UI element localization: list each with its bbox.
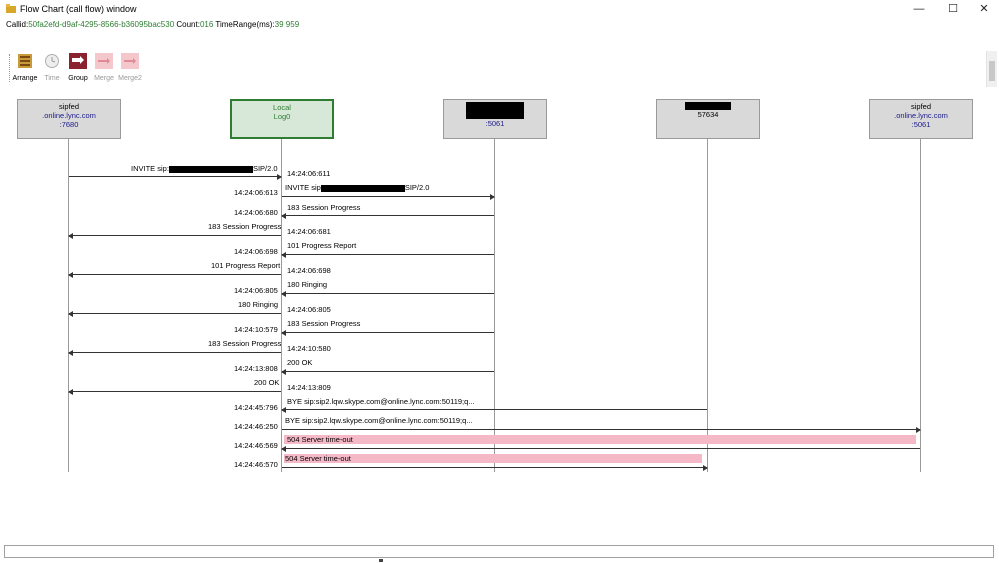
message-time: 14:24:45:796	[234, 403, 278, 412]
message-label[interactable]: 200 OK	[287, 358, 312, 367]
message-arrow[interactable]	[68, 350, 281, 356]
message-label[interactable]: BYE sip:sip2.lqw.skype.com@online.lync.c…	[285, 416, 473, 425]
callid-label: Callid:	[6, 20, 29, 29]
redacted-uri	[168, 165, 253, 173]
message-label[interactable]: 101 Progress Report	[287, 241, 356, 250]
lifeline-1	[281, 139, 282, 472]
message-arrow[interactable]	[281, 252, 494, 258]
callid-value: 50fa2efd-d9af-4295-8566-b36095bac530	[28, 20, 175, 29]
lifeline-2	[494, 139, 495, 472]
message-label[interactable]: 183 Session Progress	[208, 339, 281, 348]
merge2-button[interactable]: Merge2	[117, 53, 143, 85]
message-time: 14:24:06:698	[287, 266, 331, 275]
message-time: 14:24:06:698	[234, 247, 278, 256]
arrange-icon	[18, 54, 32, 68]
message-arrow[interactable]	[281, 213, 494, 219]
title-bar: Flow Chart (call flow) window — ☐ ✕	[0, 0, 999, 18]
message-arrow[interactable]	[282, 194, 495, 200]
lifeline-3	[707, 139, 708, 472]
message-label[interactable]: BYE sip:sip2.lqw.skype.com@online.lync.c…	[287, 397, 475, 406]
message-label[interactable]: 504 Server time-out	[287, 435, 353, 444]
message-arrow[interactable]	[281, 330, 494, 336]
message-arrow[interactable]	[68, 272, 281, 278]
message-time: 14:24:46:250	[234, 422, 278, 431]
message-time: 14:24:46:570	[234, 460, 278, 469]
group-icon	[69, 53, 87, 69]
message-arrow[interactable]	[281, 369, 494, 375]
message-time: 14:24:46:569	[234, 441, 278, 450]
participant-name: sipfed	[58, 102, 79, 111]
redacted-name	[685, 102, 731, 110]
participant-sipfed-7680[interactable]: sipfed .online.lync.com :7680	[17, 99, 121, 139]
minimize-button[interactable]: —	[904, 0, 934, 18]
splitter-grip[interactable]	[379, 559, 383, 562]
message-time: 14:24:06:805	[287, 305, 331, 314]
message-label[interactable]: 180 Ringing	[287, 280, 327, 289]
window-title: Flow Chart (call flow) window	[20, 4, 137, 14]
redacted-name	[466, 102, 524, 119]
toolbar-scrollbar[interactable]	[986, 51, 997, 87]
message-arrow[interactable]	[281, 291, 494, 297]
error-highlight	[284, 435, 916, 444]
message-time: 14:24:06:611	[287, 169, 331, 178]
participant-port: :7680	[59, 120, 79, 129]
lifeline-4	[920, 139, 921, 472]
message-arrow[interactable]	[68, 233, 281, 239]
participant-host: .online.lync.com	[894, 111, 948, 120]
merge2-icon	[121, 53, 139, 69]
app-icon	[6, 4, 16, 13]
message-label[interactable]: 200 OK	[254, 378, 279, 387]
redacted-uri	[320, 184, 405, 192]
message-label[interactable]: 101 Progress Report	[211, 261, 280, 270]
message-time: 14:24:10:579	[234, 325, 278, 334]
participant-local-log0[interactable]: Local Log0	[230, 99, 334, 139]
participant-port: 57634	[697, 110, 719, 119]
count-label: Count:	[176, 20, 200, 29]
participant-name: sipfed	[910, 102, 931, 111]
clock-icon	[45, 54, 59, 68]
participant-redacted-57634[interactable]: 57634	[656, 99, 760, 139]
message-time: 14:24:06:805	[234, 286, 278, 295]
scrollbar-thumb[interactable]	[989, 61, 995, 81]
status-bar	[4, 545, 994, 558]
message-arrow[interactable]	[68, 389, 281, 395]
participant-name: Local	[273, 103, 291, 112]
message-arrow[interactable]	[282, 465, 708, 471]
message-arrow[interactable]	[69, 174, 282, 180]
timerange-label: TimeRange(ms):	[215, 20, 275, 29]
message-time: 14:24:06:680	[234, 208, 278, 217]
close-button[interactable]: ✕	[969, 0, 999, 18]
participant-redacted-5061[interactable]: :5061	[443, 99, 547, 139]
message-arrow[interactable]	[281, 407, 707, 413]
toolbar: Arrange Time Group Merge Merge2	[6, 53, 156, 85]
lifeline-0	[68, 139, 69, 472]
message-time: 14:24:13:808	[234, 364, 278, 373]
message-arrow[interactable]	[281, 446, 920, 452]
participant-sipfed-5061[interactable]: sipfed .online.lync.com :5061	[869, 99, 973, 139]
participant-port: :5061	[485, 119, 505, 128]
message-label[interactable]: 183 Session Progress	[287, 203, 360, 212]
call-info-bar: Callid:50fa2efd-d9af-4295-8566-b36095bac…	[6, 20, 299, 29]
message-label[interactable]: 183 Session Progress	[287, 319, 360, 328]
message-time: 14:24:10:580	[287, 344, 331, 353]
message-label[interactable]: 504 Server time-out	[285, 454, 351, 463]
count-value: 016	[199, 20, 214, 29]
message-label[interactable]: 183 Session Progress	[208, 222, 281, 231]
message-time: 14:24:13:809	[287, 383, 331, 392]
message-time: 14:24:06:681	[287, 227, 331, 236]
message-label[interactable]: 180 Ringing	[238, 300, 278, 309]
participant-log: Log0	[273, 112, 291, 121]
timerange-value: 39 959	[274, 20, 300, 29]
message-label[interactable]: INVITE sip: SIP/2.0	[131, 164, 278, 173]
message-arrow[interactable]	[68, 311, 281, 317]
participant-port: :5061	[911, 120, 931, 129]
message-time: 14:24:06:613	[234, 188, 278, 197]
merge-icon	[95, 53, 113, 69]
participant-host: .online.lync.com	[42, 111, 96, 120]
message-arrow[interactable]	[282, 427, 921, 433]
message-label[interactable]: INVITE sip SIP/2.0	[285, 183, 429, 192]
merge2-label: Merge2	[118, 75, 142, 82]
maximize-button[interactable]: ☐	[938, 0, 968, 18]
